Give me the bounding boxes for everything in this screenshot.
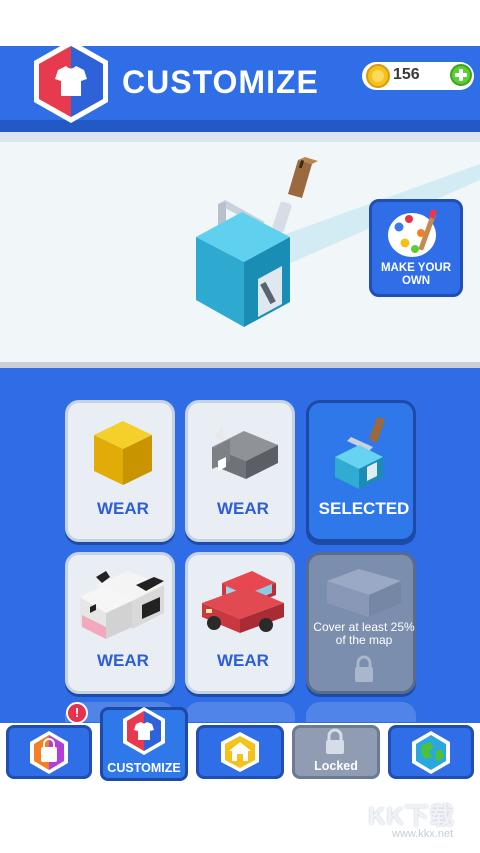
rhino-icon — [212, 427, 278, 479]
wear-label: WEAR — [97, 651, 149, 670]
notification-badge: ! — [66, 702, 88, 724]
globe-icon — [412, 731, 450, 774]
wear-label: WEAR — [217, 499, 269, 518]
nav-locked-label: Locked — [314, 759, 358, 773]
skin-card-partial — [306, 702, 416, 722]
skin-card-locked[interactable]: Cover at least 25% of the map — [306, 552, 416, 694]
paint-roller-cube-icon — [335, 417, 385, 489]
home-icon — [221, 732, 259, 772]
wear-label: WEAR — [97, 499, 149, 518]
locked-skin-silhouette — [327, 569, 401, 617]
palette-brush-icon — [388, 209, 437, 257]
unlock-requirement-text: Cover at least 25% of the map — [313, 620, 415, 647]
lock-icon — [326, 728, 344, 754]
yellow-cube-icon — [94, 421, 152, 485]
skin-card-cow[interactable]: WEAR — [65, 552, 175, 694]
nav-customize-label: CUSTOMIZE — [107, 761, 181, 775]
wear-label: WEAR — [217, 651, 269, 670]
tshirt-icon — [123, 707, 165, 755]
tshirt-hex-icon — [34, 40, 108, 123]
header-divider — [0, 132, 480, 142]
coin-icon-inner — [372, 70, 384, 82]
skin-card-red-car[interactable]: WEAR — [185, 552, 295, 694]
skin-card-paint-roller[interactable]: SELECTED — [306, 400, 416, 542]
lock-icon — [355, 655, 373, 682]
coin-count: 156 — [393, 66, 420, 83]
watermark-url: www.kkx.net — [392, 828, 454, 840]
skin-card-rhino[interactable]: WEAR — [185, 400, 295, 542]
skin-card-partial — [185, 702, 295, 722]
shop-bag-icon — [30, 731, 68, 774]
cow-icon — [80, 571, 164, 639]
plus-icon-vertical — [459, 69, 463, 81]
skin-card-yellow-cube[interactable]: WEAR — [65, 400, 175, 542]
red-car-icon — [202, 571, 284, 633]
watermark-logo: KK下载 — [368, 803, 455, 830]
selected-label: SELECTED — [318, 499, 410, 518]
make-your-own-label: MAKE YOUR OWN — [380, 262, 452, 287]
page-title: CUSTOMIZE — [122, 64, 319, 100]
